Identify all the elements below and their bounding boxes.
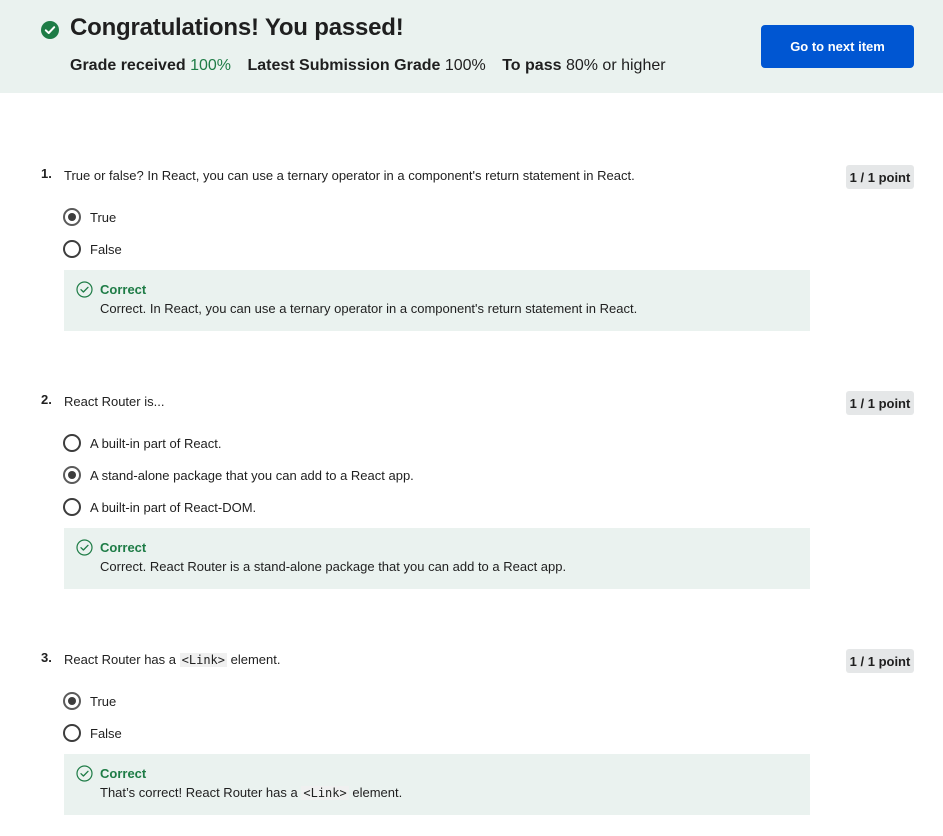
- pass-title: Congratulations! You passed!: [70, 14, 404, 41]
- result-banner: Congratulations! You passed! Grade recei…: [0, 0, 943, 93]
- feedback-title: Correct: [100, 282, 147, 297]
- check-circle-icon: [41, 21, 59, 39]
- grade-summary: Grade received 100% Latest Submission Gr…: [70, 57, 678, 75]
- option-label: A built-in part of React.: [90, 435, 222, 451]
- check-circle-outline-icon: [76, 765, 93, 782]
- question-text: React Router is...: [64, 394, 165, 409]
- radio-unselected-icon[interactable]: [63, 498, 81, 516]
- option-true[interactable]: True: [63, 207, 116, 227]
- option-false[interactable]: False: [63, 723, 122, 743]
- option-label: True: [90, 209, 117, 225]
- feedback-box: Correct Correct. In React, you can use a…: [64, 270, 810, 331]
- link-code: <Link>: [179, 653, 227, 667]
- latest-grade-value: 100%: [444, 57, 486, 74]
- option-label: False: [90, 241, 122, 257]
- question-text-before: React Router has a: [64, 652, 177, 667]
- option-label: False: [90, 725, 122, 741]
- latest-grade-label: Latest Submission Grade: [247, 57, 441, 74]
- option-stand-alone-package[interactable]: A stand-alone package that you can add t…: [63, 465, 414, 485]
- feedback-text: Correct. React Router is a stand-alone p…: [100, 559, 567, 574]
- question-text: True or false? In React, you can use a t…: [64, 168, 635, 183]
- points-badge: 1 / 1 point: [846, 649, 914, 673]
- feedback-text-before: That’s correct! React Router has a: [100, 785, 298, 800]
- question-number: 2.: [41, 392, 52, 407]
- grade-received-value: 100%: [190, 57, 231, 74]
- grade-received-label: Grade received: [70, 57, 186, 74]
- check-circle-outline-icon: [76, 539, 93, 556]
- radio-unselected-icon[interactable]: [63, 240, 81, 258]
- check-circle-outline-icon: [76, 281, 93, 298]
- radio-unselected-icon[interactable]: [63, 724, 81, 742]
- feedback-box: Correct That’s correct! React Router has…: [64, 754, 810, 815]
- option-label: A stand-alone package that you can add t…: [90, 467, 414, 483]
- feedback-text: Correct. In React, you can use a ternary…: [100, 301, 638, 316]
- to-pass-label: To pass: [502, 57, 562, 74]
- question-text-after: element.: [230, 652, 281, 667]
- question-text: React Router has a <Link> element.: [64, 652, 281, 667]
- feedback-title: Correct: [100, 540, 147, 555]
- points-badge: 1 / 1 point: [846, 391, 914, 415]
- radio-selected-icon[interactable]: [63, 466, 81, 484]
- question-number: 1.: [41, 166, 52, 181]
- option-label: True: [90, 693, 117, 709]
- link-code: <Link>: [301, 786, 349, 800]
- option-false[interactable]: False: [63, 239, 122, 259]
- radio-unselected-icon[interactable]: [63, 434, 81, 452]
- radio-selected-icon[interactable]: [63, 208, 81, 226]
- to-pass-value: 80% or higher: [565, 57, 666, 74]
- option-label: A built-in part of React-DOM.: [90, 499, 257, 515]
- go-to-next-item-button[interactable]: Go to next item: [761, 25, 914, 68]
- feedback-text: That’s correct! React Router has a <Link…: [100, 785, 402, 800]
- option-built-in-react-dom[interactable]: A built-in part of React-DOM.: [63, 497, 256, 517]
- feedback-box: Correct Correct. React Router is a stand…: [64, 528, 810, 589]
- option-true[interactable]: True: [63, 691, 116, 711]
- question-number: 3.: [41, 650, 52, 665]
- points-badge: 1 / 1 point: [846, 165, 914, 189]
- radio-selected-icon[interactable]: [63, 692, 81, 710]
- feedback-title: Correct: [100, 766, 147, 781]
- feedback-text-after: element.: [352, 785, 403, 800]
- option-built-in-react[interactable]: A built-in part of React.: [63, 433, 222, 453]
